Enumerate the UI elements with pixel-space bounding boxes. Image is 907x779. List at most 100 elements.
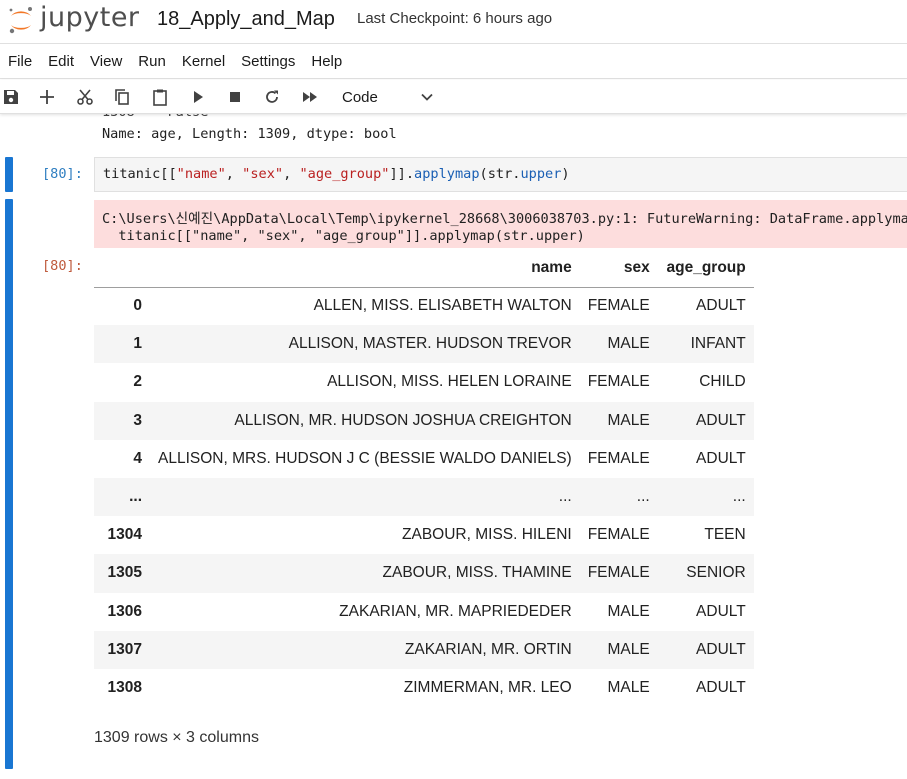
table-row: 4 ALLISON, MRS. HUDSON J C (BESSIE WALDO … [94,440,754,478]
fast-forward-icon[interactable] [299,86,321,108]
output-collapser[interactable] [5,199,13,769]
cut-icon[interactable] [74,86,96,108]
menu-kernel[interactable]: Kernel [174,45,233,79]
cell-name: ZABOUR, MISS. THAMINE [382,564,572,582]
cell-sex: FEMALE [587,297,650,315]
cell-sex: MALE [607,411,650,429]
header-name: name [150,250,580,288]
cell-sex: MALE [607,640,650,658]
cell-age-group: ADULT [696,297,746,315]
cell-sex: MALE [607,602,650,620]
row-index: 1307 [107,640,142,658]
cell-name: ZIMMERMAN, MR. LEO [403,678,572,696]
run-icon[interactable] [187,86,209,108]
row-index: 2 [133,373,142,391]
copy-icon[interactable] [111,86,133,108]
chevron-down-icon [421,93,433,101]
table-row: 1308 ZIMMERMAN, MR. LEO MALE ADULT [94,669,754,707]
input-prompt: [80]: [42,166,83,182]
row-index: 0 [133,297,142,315]
last-checkpoint: Last Checkpoint: 6 hours ago [357,10,553,27]
cell-sex: FEMALE [587,526,650,544]
cell-name: ... [558,488,572,506]
input-collapser[interactable] [5,157,13,192]
header-index [94,250,150,288]
code-token: ]]. [389,166,415,182]
future-warning-output: C:\Users\신예진\AppData\Local\Temp\ipykerne… [94,200,907,248]
cell-name: ALLEN, MISS. ELISABETH WALTON [313,297,572,315]
cell-age-group: ... [732,488,746,506]
warning-line-1: C:\Users\신예진\AppData\Local\Temp\ipykerne… [102,211,907,227]
code-token: applymap [414,166,480,182]
table-row: 1305 ZABOUR, MISS. THAMINE FEMALE SENIOR [94,554,754,593]
code-line: titanic[["name", "sex", "age_group"]].ap… [103,166,570,182]
row-index: 3 [133,411,142,429]
cell-name: ZAKARIAN, MR. ORTIN [404,640,572,658]
cell-type-select[interactable]: Code [332,84,442,110]
row-index: 4 [133,449,142,467]
table-row: 2 ALLISON, MISS. HELEN LORAINE FEMALE CHILD [94,363,754,401]
jupyter-wordmark[interactable]: jupyter [40,2,140,33]
jupyter-logo-icon[interactable] [6,5,36,35]
row-index: 1306 [107,602,142,620]
header-sex: sex [579,250,658,288]
cell-age-group: CHILD [699,373,746,391]
notebook-toolbar: Code [0,80,907,114]
cell-sex: FEMALE [587,564,650,582]
menu-file[interactable]: File [0,45,40,79]
table-header-row: name sex age_group [94,250,754,288]
code-token: "name" [176,166,226,182]
row-index: 1305 [107,564,142,582]
top-header: jupyter 18_Apply_and_Map Last Checkpoint… [0,0,907,44]
cell-sex: FEMALE [587,449,650,467]
row-index: 1304 [107,526,142,544]
code-token: titanic[[ [103,166,177,182]
menu-bar: File Edit View Run Kernel Settings Help [0,45,907,79]
restart-icon[interactable] [261,86,283,108]
table-row: 1304 ZABOUR, MISS. HILENI FEMALE TEEN [94,516,754,554]
table-row: 1 ALLISON, MASTER. HUDSON TREVOR MALE INFAN… [94,325,754,364]
cell-name: ZAKARIAN, MR. MAPRIEDEDER [339,602,572,620]
cell-age-group: ADULT [696,602,746,620]
menu-view[interactable]: View [82,45,130,79]
add-cell-icon[interactable] [36,86,58,108]
code-token: "sex" [242,166,284,182]
output-prompt: [80]: [42,258,83,274]
save-icon[interactable] [0,86,22,108]
warning-line-2: titanic[["name", "sex", "age_group"]].ap… [102,228,585,244]
paste-icon[interactable] [149,86,171,108]
code-token: ) [561,166,570,182]
menu-settings[interactable]: Settings [233,45,303,79]
row-index: 1308 [107,678,142,696]
menu-edit[interactable]: Edit [40,45,82,79]
cell-name: ALLISON, MASTER. HUDSON TREVOR [288,335,572,353]
stop-icon[interactable] [224,86,246,108]
dataframe-shape: 1309 rows × 3 columns [94,729,259,746]
table-row-ellipsis: ............ [94,477,754,517]
header-age-group: age_group [657,250,754,288]
notebook-title[interactable]: 18_Apply_and_Map [157,8,335,31]
code-token: , [225,166,243,182]
cell-sex: FEMALE [587,373,650,391]
row-index: ... [129,488,142,506]
cell-name: ALLISON, MR. HUDSON JOSHUA CREIGHTON [234,411,572,429]
cell-name: ALLISON, MRS. HUDSON J C (BESSIE WALDO D… [158,449,572,467]
table-row: 3 ALLISON, MR. HUDSON JOSHUA CREIGHTON MAL… [94,401,754,440]
cell-name: ZABOUR, MISS. HILENI [402,526,572,544]
previous-output-summary: Name: age, Length: 1309, dtype: bool [102,126,397,142]
code-token: "age_group" [299,166,390,182]
menu-help[interactable]: Help [303,45,350,79]
code-editor[interactable]: titanic[["name", "sex", "age_group"]].ap… [94,157,907,192]
dataframe-table: name sex age_group 0 ALLEN, MISS. ELISABE… [94,250,754,707]
table-row: 0 ALLEN, MISS. ELISABETH WALTON FEMALE ADUL… [94,287,754,325]
cell-type-value: Code [342,88,378,106]
code-token: (str. [479,166,521,182]
table-row: 1306 ZAKARIAN, MR. MAPRIEDEDER MALE ADULT [94,593,754,631]
cell-sex: MALE [607,678,650,696]
cell-name: ALLISON, MISS. HELEN LORAINE [327,373,572,391]
table-row: 1307 ZAKARIAN, MR. ORTIN MALE ADULT [94,630,754,669]
cell-age-group: SENIOR [686,564,746,582]
row-index: 1 [133,335,142,353]
menu-run[interactable]: Run [130,45,174,79]
cell-age-group: ADULT [696,678,746,696]
